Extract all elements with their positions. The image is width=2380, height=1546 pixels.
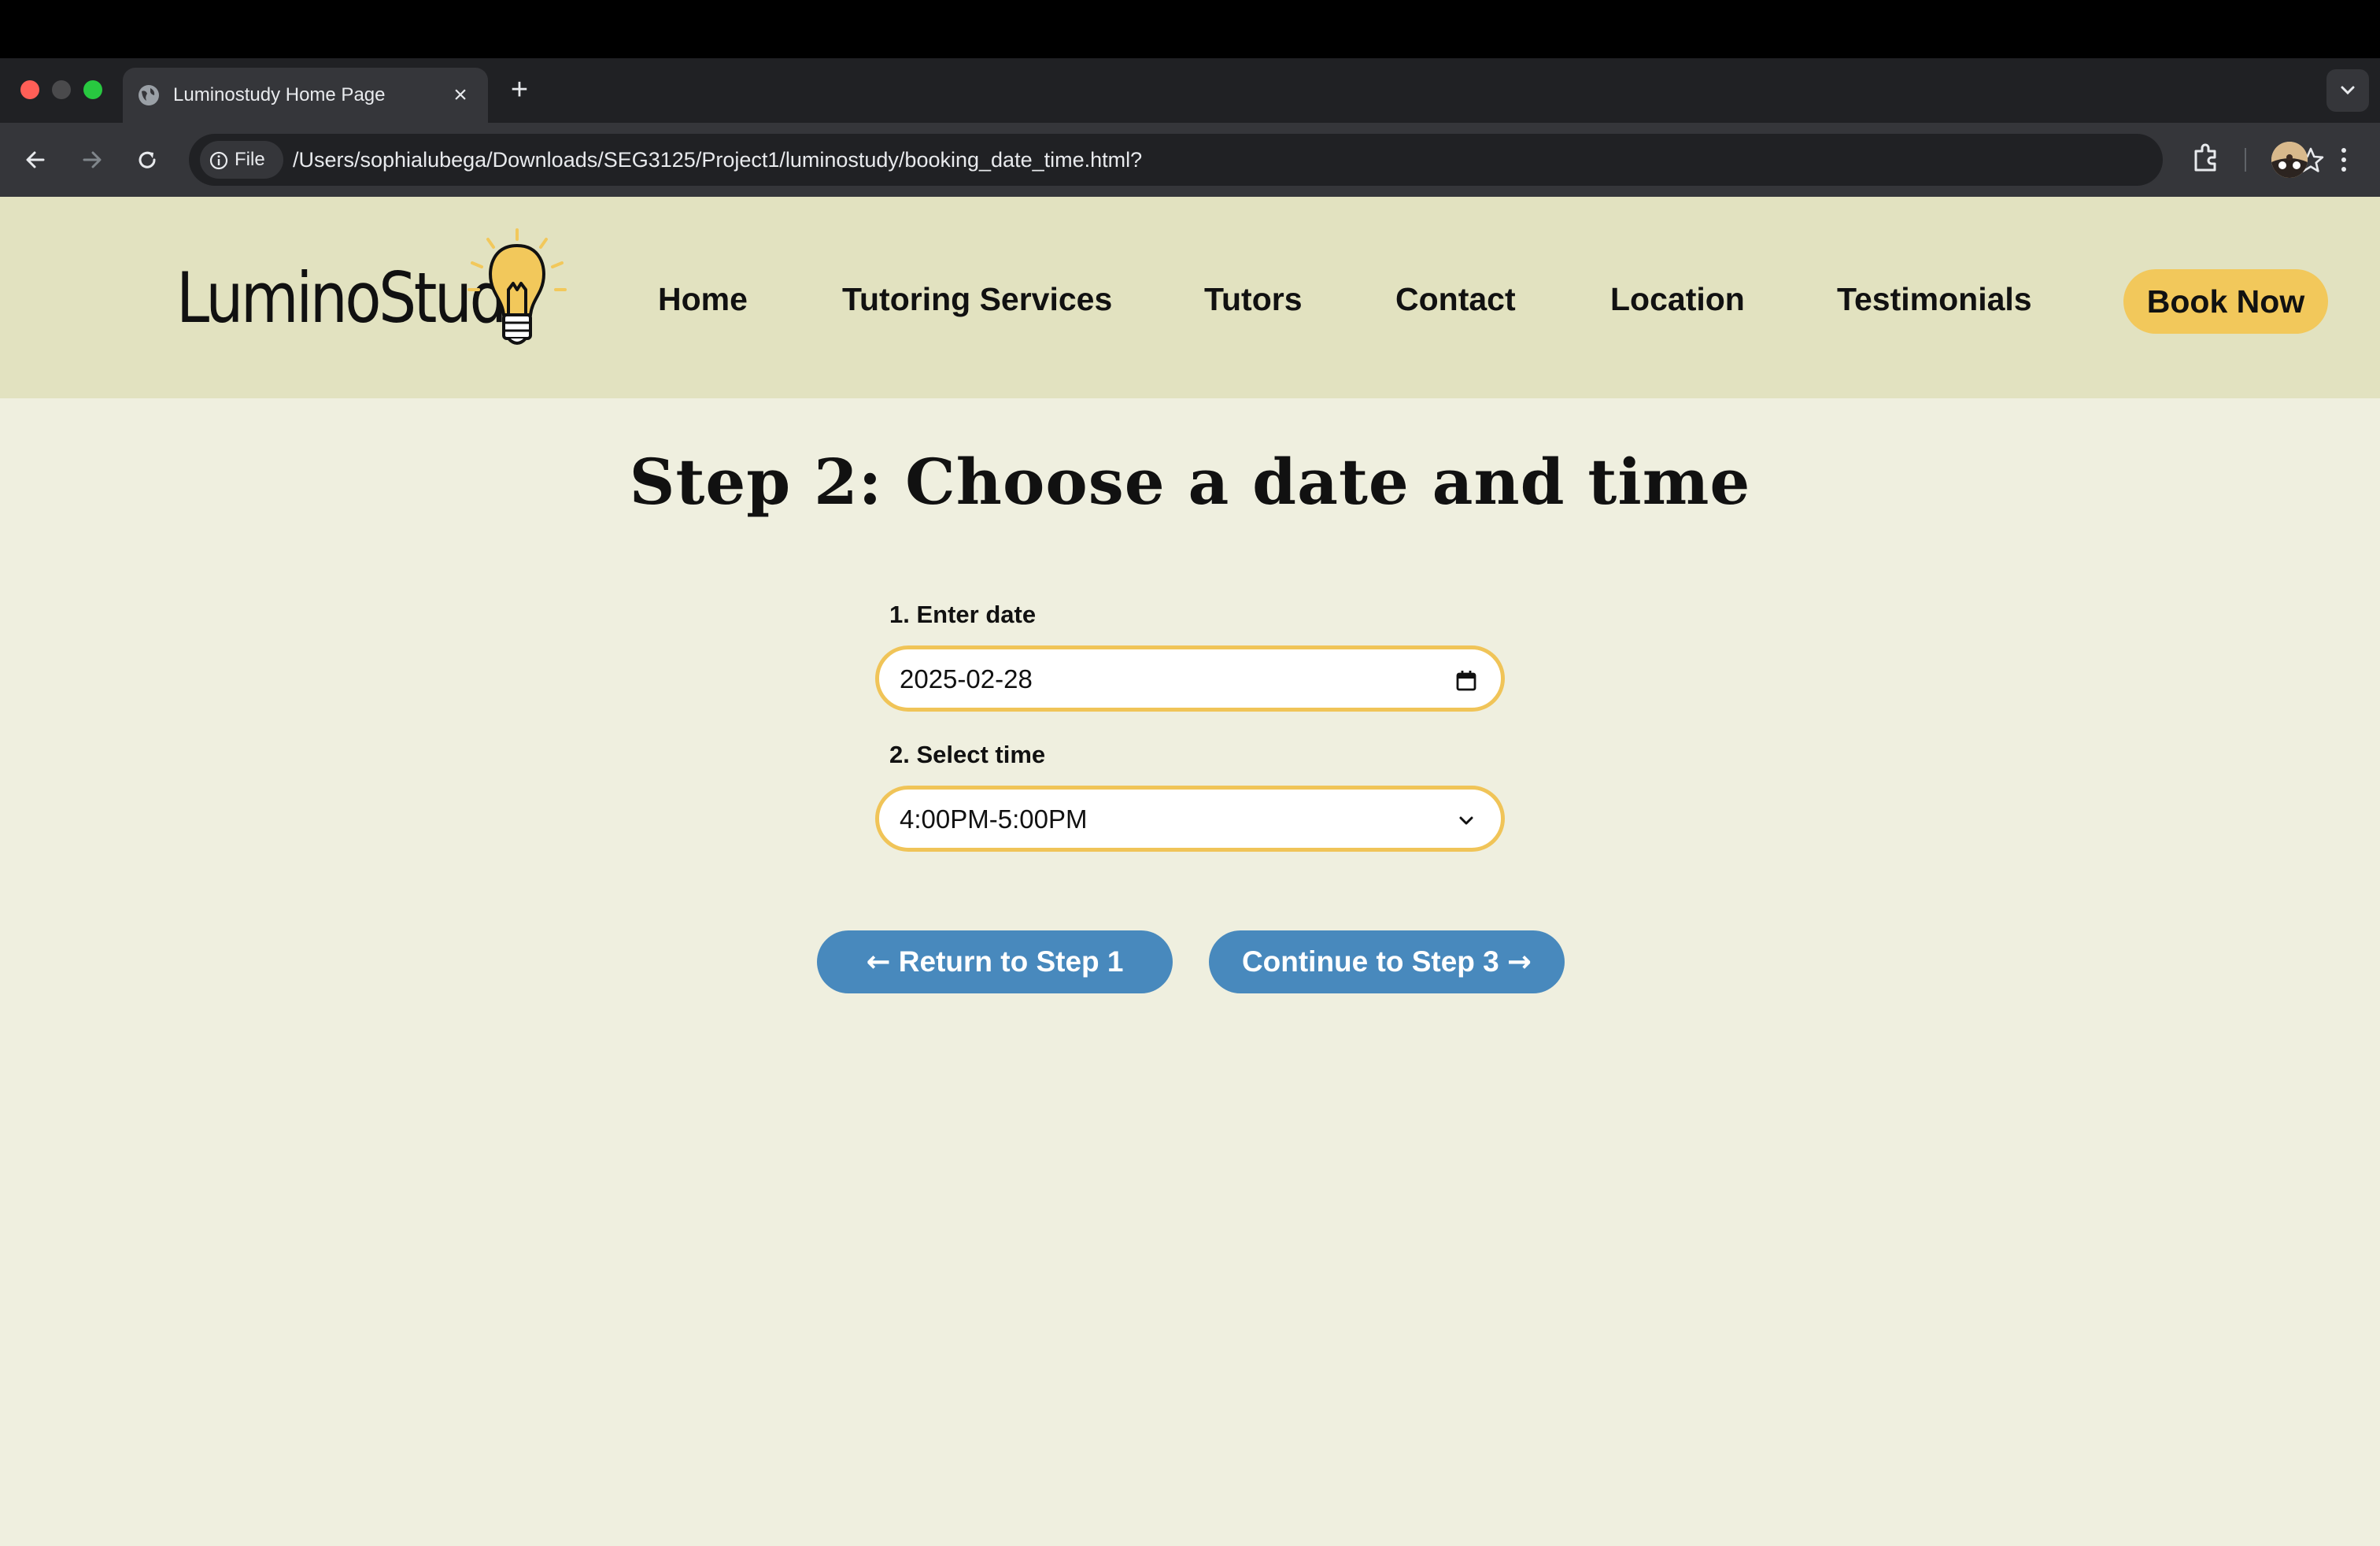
time-label: 2. Select time bbox=[889, 741, 1046, 768]
site-logo[interactable]: LuminoStudy bbox=[176, 228, 570, 362]
site-info-chip[interactable]: File bbox=[200, 141, 283, 179]
reload-icon bbox=[139, 151, 156, 168]
minimize-window-button[interactable] bbox=[52, 80, 71, 99]
profile-avatar[interactable] bbox=[2271, 142, 2308, 178]
close-window-button[interactable] bbox=[20, 80, 39, 99]
date-label: 1. Enter date bbox=[889, 601, 1037, 628]
arrow-right-icon: → bbox=[1507, 945, 1532, 978]
info-icon bbox=[209, 151, 228, 170]
address-bar[interactable]: File /Users/sophialubega/Downloads/SEG31… bbox=[189, 134, 2324, 186]
profile-picture-icon bbox=[2271, 142, 2308, 178]
time-select[interactable]: 4:00PM-5:00PM bbox=[875, 786, 1505, 852]
toolbar-divider bbox=[2245, 148, 2246, 172]
new-tab-button[interactable]: + bbox=[505, 75, 534, 105]
return-to-step-1-label: Return to Step 1 bbox=[898, 945, 1124, 978]
continue-to-step-3-button[interactable]: Continue to Step 3 → bbox=[1209, 930, 1565, 993]
tab-search-button[interactable] bbox=[2326, 69, 2369, 112]
return-to-step-1-button[interactable]: ← Return to Step 1 bbox=[817, 930, 1173, 993]
date-value: 2025-02-28 bbox=[900, 664, 1033, 693]
lightbulb-icon bbox=[468, 228, 567, 345]
nav-location[interactable]: Location bbox=[1610, 280, 1745, 318]
back-button[interactable] bbox=[16, 140, 55, 179]
nav-tutoring-services[interactable]: Tutoring Services bbox=[842, 280, 1112, 318]
arrow-right-icon bbox=[83, 151, 102, 168]
nav-testimonials[interactable]: Testimonials bbox=[1837, 280, 2032, 318]
maximize-window-button[interactable] bbox=[83, 80, 102, 99]
date-input[interactable]: 2025-02-28 bbox=[875, 645, 1505, 712]
site-chip-label: File bbox=[235, 149, 265, 170]
tab-title: Luminostudy Home Page bbox=[173, 84, 386, 105]
nav-contact[interactable]: Contact bbox=[1395, 280, 1516, 318]
calendar-icon[interactable] bbox=[1454, 668, 1479, 693]
arrow-left-icon bbox=[26, 151, 45, 168]
more-options-icon[interactable] bbox=[2336, 142, 2352, 178]
chevron-down-icon bbox=[1459, 816, 1473, 825]
book-now-button[interactable]: Book Now bbox=[2123, 269, 2328, 334]
reload-button[interactable] bbox=[128, 140, 167, 179]
browser-toolbar: File /Users/sophialubega/Downloads/SEG31… bbox=[0, 123, 2380, 197]
arrow-left-icon: ← bbox=[866, 945, 891, 978]
time-value: 4:00PM-5:00PM bbox=[900, 804, 1088, 834]
close-tab-icon[interactable]: × bbox=[447, 82, 474, 109]
chevron-down-icon bbox=[2341, 86, 2355, 95]
continue-to-step-3-label: Continue to Step 3 bbox=[1241, 945, 1499, 978]
page-title: Step 2: Choose a date and time bbox=[629, 445, 1751, 519]
url-text[interactable]: /Users/sophialubega/Downloads/SEG3125/Pr… bbox=[293, 147, 1142, 172]
browser-tab[interactable]: Luminostudy Home Page × bbox=[123, 68, 488, 123]
globe-icon bbox=[139, 85, 159, 105]
site-header: LuminoStudy Home Tutoring Services Tutor… bbox=[0, 197, 2380, 398]
nav-home[interactable]: Home bbox=[658, 280, 748, 318]
os-top-strip bbox=[0, 0, 2380, 58]
nav-tutors[interactable]: Tutors bbox=[1204, 280, 1303, 318]
forward-button[interactable] bbox=[72, 140, 112, 179]
extensions-puzzle-icon[interactable] bbox=[2188, 140, 2224, 176]
